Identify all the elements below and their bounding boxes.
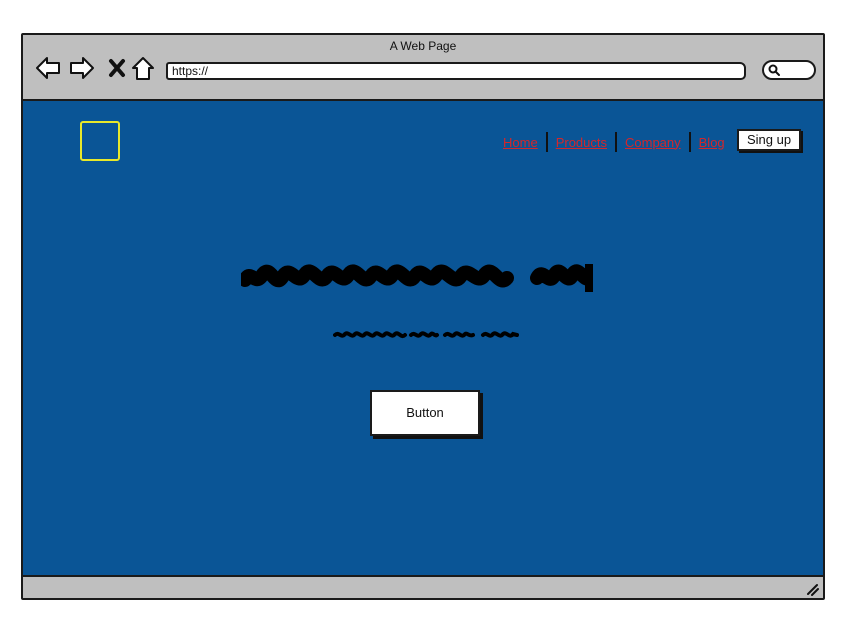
site-logo[interactable]	[80, 121, 120, 161]
hero-title-placeholder	[241, 264, 593, 292]
search-icon	[768, 64, 780, 76]
search-box[interactable]	[762, 60, 816, 80]
window-title: A Web Page	[389, 39, 457, 53]
site-nav: Home Products Company Blog	[495, 131, 733, 153]
nav-link-products[interactable]: Products	[548, 135, 615, 150]
hero-subtitle-placeholder	[333, 331, 519, 339]
hero-button[interactable]: Button	[370, 390, 480, 436]
page-content: Home Products Company Blog Sing up Butto…	[23, 99, 823, 577]
stop-icon[interactable]	[103, 54, 131, 82]
nav-link-company[interactable]: Company	[617, 135, 689, 150]
forward-arrow-icon[interactable]	[68, 54, 96, 82]
resize-grip-icon[interactable]	[805, 582, 819, 596]
nav-link-blog[interactable]: Blog	[691, 135, 733, 150]
url-input[interactable]: https://	[166, 62, 746, 80]
nav-link-home[interactable]: Home	[495, 135, 546, 150]
signup-button[interactable]: Sing up	[737, 129, 801, 151]
browser-window: A Web Page https:// Home Products Compan…	[21, 33, 825, 600]
back-arrow-icon[interactable]	[34, 54, 62, 82]
home-icon[interactable]	[129, 54, 157, 82]
